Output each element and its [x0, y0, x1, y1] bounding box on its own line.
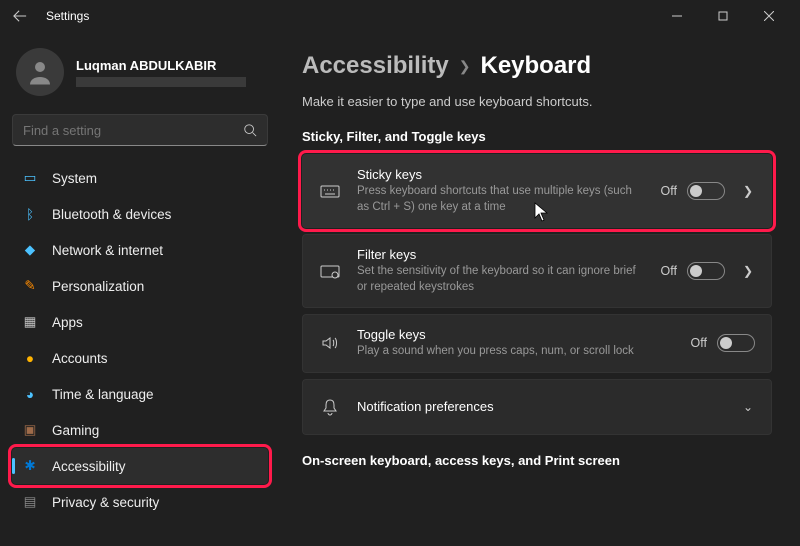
user-email-redacted [76, 77, 246, 87]
back-button[interactable] [8, 4, 32, 28]
breadcrumb: Accessibility ❯ Keyboard [302, 52, 772, 80]
close-icon [764, 11, 774, 21]
titlebar: Settings [0, 0, 800, 32]
sidebar-item-label: Bluetooth & devices [52, 207, 171, 222]
sidebar-item-network-internet[interactable]: ◆ Network & internet [12, 232, 268, 268]
search-icon [243, 123, 257, 137]
card-title: Toggle keys [357, 327, 675, 342]
person-icon [25, 57, 55, 87]
sidebar-item-label: Gaming [52, 423, 99, 438]
nav-icon: ▤ [22, 494, 38, 510]
minimize-icon [672, 11, 682, 21]
sidebar-item-apps[interactable]: ▦ Apps [12, 304, 268, 340]
filter-keys-card[interactable]: Filter keys Set the sensitivity of the k… [302, 234, 772, 308]
maximize-icon [718, 11, 728, 21]
toggle-keys-card[interactable]: Toggle keys Play a sound when you press … [302, 314, 772, 373]
chevron-right-icon[interactable]: ❯ [741, 264, 755, 278]
sidebar-item-label: Apps [52, 315, 83, 330]
toggle-state: Off [661, 264, 677, 278]
bell-icon [319, 398, 341, 416]
card-title: Notification preferences [357, 399, 725, 414]
card-text: Sticky keys Press keyboard shortcuts tha… [357, 167, 645, 215]
sidebar-item-label: Accessibility [52, 459, 126, 474]
sidebar-item-label: Privacy & security [52, 495, 159, 510]
nav-icon: ◆ [22, 242, 38, 258]
card-text: Notification preferences [357, 399, 725, 414]
page-title: Keyboard [480, 52, 591, 80]
nav-icon: ▦ [22, 314, 38, 330]
toggle-state: Off [661, 184, 677, 198]
maximize-button[interactable] [700, 0, 746, 32]
user-name: Luqman ABDULKABIR [76, 58, 246, 73]
keyboard-icon [319, 183, 341, 199]
toggle-group: Off [661, 182, 725, 200]
search-box[interactable] [12, 114, 268, 146]
sticky-keys-toggle[interactable] [687, 182, 725, 200]
nav-icon: ◕ [22, 387, 38, 402]
toggle-keys-toggle[interactable] [717, 334, 755, 352]
main-panel: Accessibility ❯ Keyboard Make it easier … [280, 32, 800, 546]
chevron-right-icon[interactable]: ❯ [741, 184, 755, 198]
nav-icon: ▣ [22, 422, 38, 438]
sidebar-item-gaming[interactable]: ▣ Gaming [12, 412, 268, 448]
sidebar-item-accessibility[interactable]: ✱ Accessibility [12, 448, 268, 484]
card-title: Filter keys [357, 247, 645, 262]
sidebar-item-system[interactable]: ▭ System [12, 160, 268, 196]
sidebar-item-label: Network & internet [52, 243, 163, 258]
nav-icon: ✱ [22, 458, 38, 474]
chevron-right-icon: ❯ [459, 58, 471, 75]
nav-icon: ● [22, 351, 38, 366]
section-title-onscreen: On-screen keyboard, access keys, and Pri… [302, 453, 772, 468]
close-button[interactable] [746, 0, 792, 32]
avatar [16, 48, 64, 96]
page-subtitle: Make it easier to type and use keyboard … [302, 94, 772, 109]
window-controls [654, 0, 792, 32]
speaker-icon [319, 335, 341, 351]
sidebar-item-label: Time & language [52, 387, 154, 402]
sidebar-item-label: System [52, 171, 97, 186]
card-text: Toggle keys Play a sound when you press … [357, 327, 675, 360]
toggle-state: Off [691, 336, 707, 350]
sticky-keys-card[interactable]: Sticky keys Press keyboard shortcuts tha… [302, 154, 772, 228]
card-title: Sticky keys [357, 167, 645, 182]
card-desc: Set the sensitivity of the keyboard so i… [357, 264, 645, 295]
sidebar-item-privacy-security[interactable]: ▤ Privacy & security [12, 484, 268, 520]
sidebar-item-time-language[interactable]: ◕ Time & language [12, 376, 268, 412]
sidebar-item-accounts[interactable]: ● Accounts [12, 340, 268, 376]
arrow-left-icon [13, 9, 27, 23]
keyboard-filter-icon [319, 263, 341, 279]
sidebar-item-label: Accounts [52, 351, 108, 366]
sidebar-item-label: Personalization [52, 279, 144, 294]
nav-list: ▭ System ᛒ Bluetooth & devices ◆ Network & in… [12, 160, 268, 520]
toggle-group: Off [661, 262, 725, 280]
sidebar: Luqman ABDULKABIR ▭ System ᛒ Bluetooth & de… [0, 32, 280, 546]
toggle-group: Off [691, 334, 755, 352]
section-title-keys: Sticky, Filter, and Toggle keys [302, 129, 772, 144]
window-title: Settings [46, 9, 89, 23]
nav-icon: ᛒ [22, 207, 38, 222]
nav-icon: ✎ [22, 278, 38, 294]
card-desc: Press keyboard shortcuts that use multip… [357, 184, 645, 215]
filter-keys-toggle[interactable] [687, 262, 725, 280]
sidebar-item-bluetooth-devices[interactable]: ᛒ Bluetooth & devices [12, 196, 268, 232]
nav-icon: ▭ [22, 170, 38, 186]
sidebar-item-personalization[interactable]: ✎ Personalization [12, 268, 268, 304]
notification-preferences-card[interactable]: Notification preferences ⌄ [302, 379, 772, 435]
card-desc: Play a sound when you press caps, num, o… [357, 344, 647, 360]
card-text: Filter keys Set the sensitivity of the k… [357, 247, 645, 295]
user-account[interactable]: Luqman ABDULKABIR [12, 40, 268, 108]
breadcrumb-parent[interactable]: Accessibility [302, 52, 449, 80]
minimize-button[interactable] [654, 0, 700, 32]
chevron-down-icon[interactable]: ⌄ [741, 400, 755, 414]
user-info: Luqman ABDULKABIR [76, 58, 246, 87]
search-input[interactable] [23, 123, 243, 138]
